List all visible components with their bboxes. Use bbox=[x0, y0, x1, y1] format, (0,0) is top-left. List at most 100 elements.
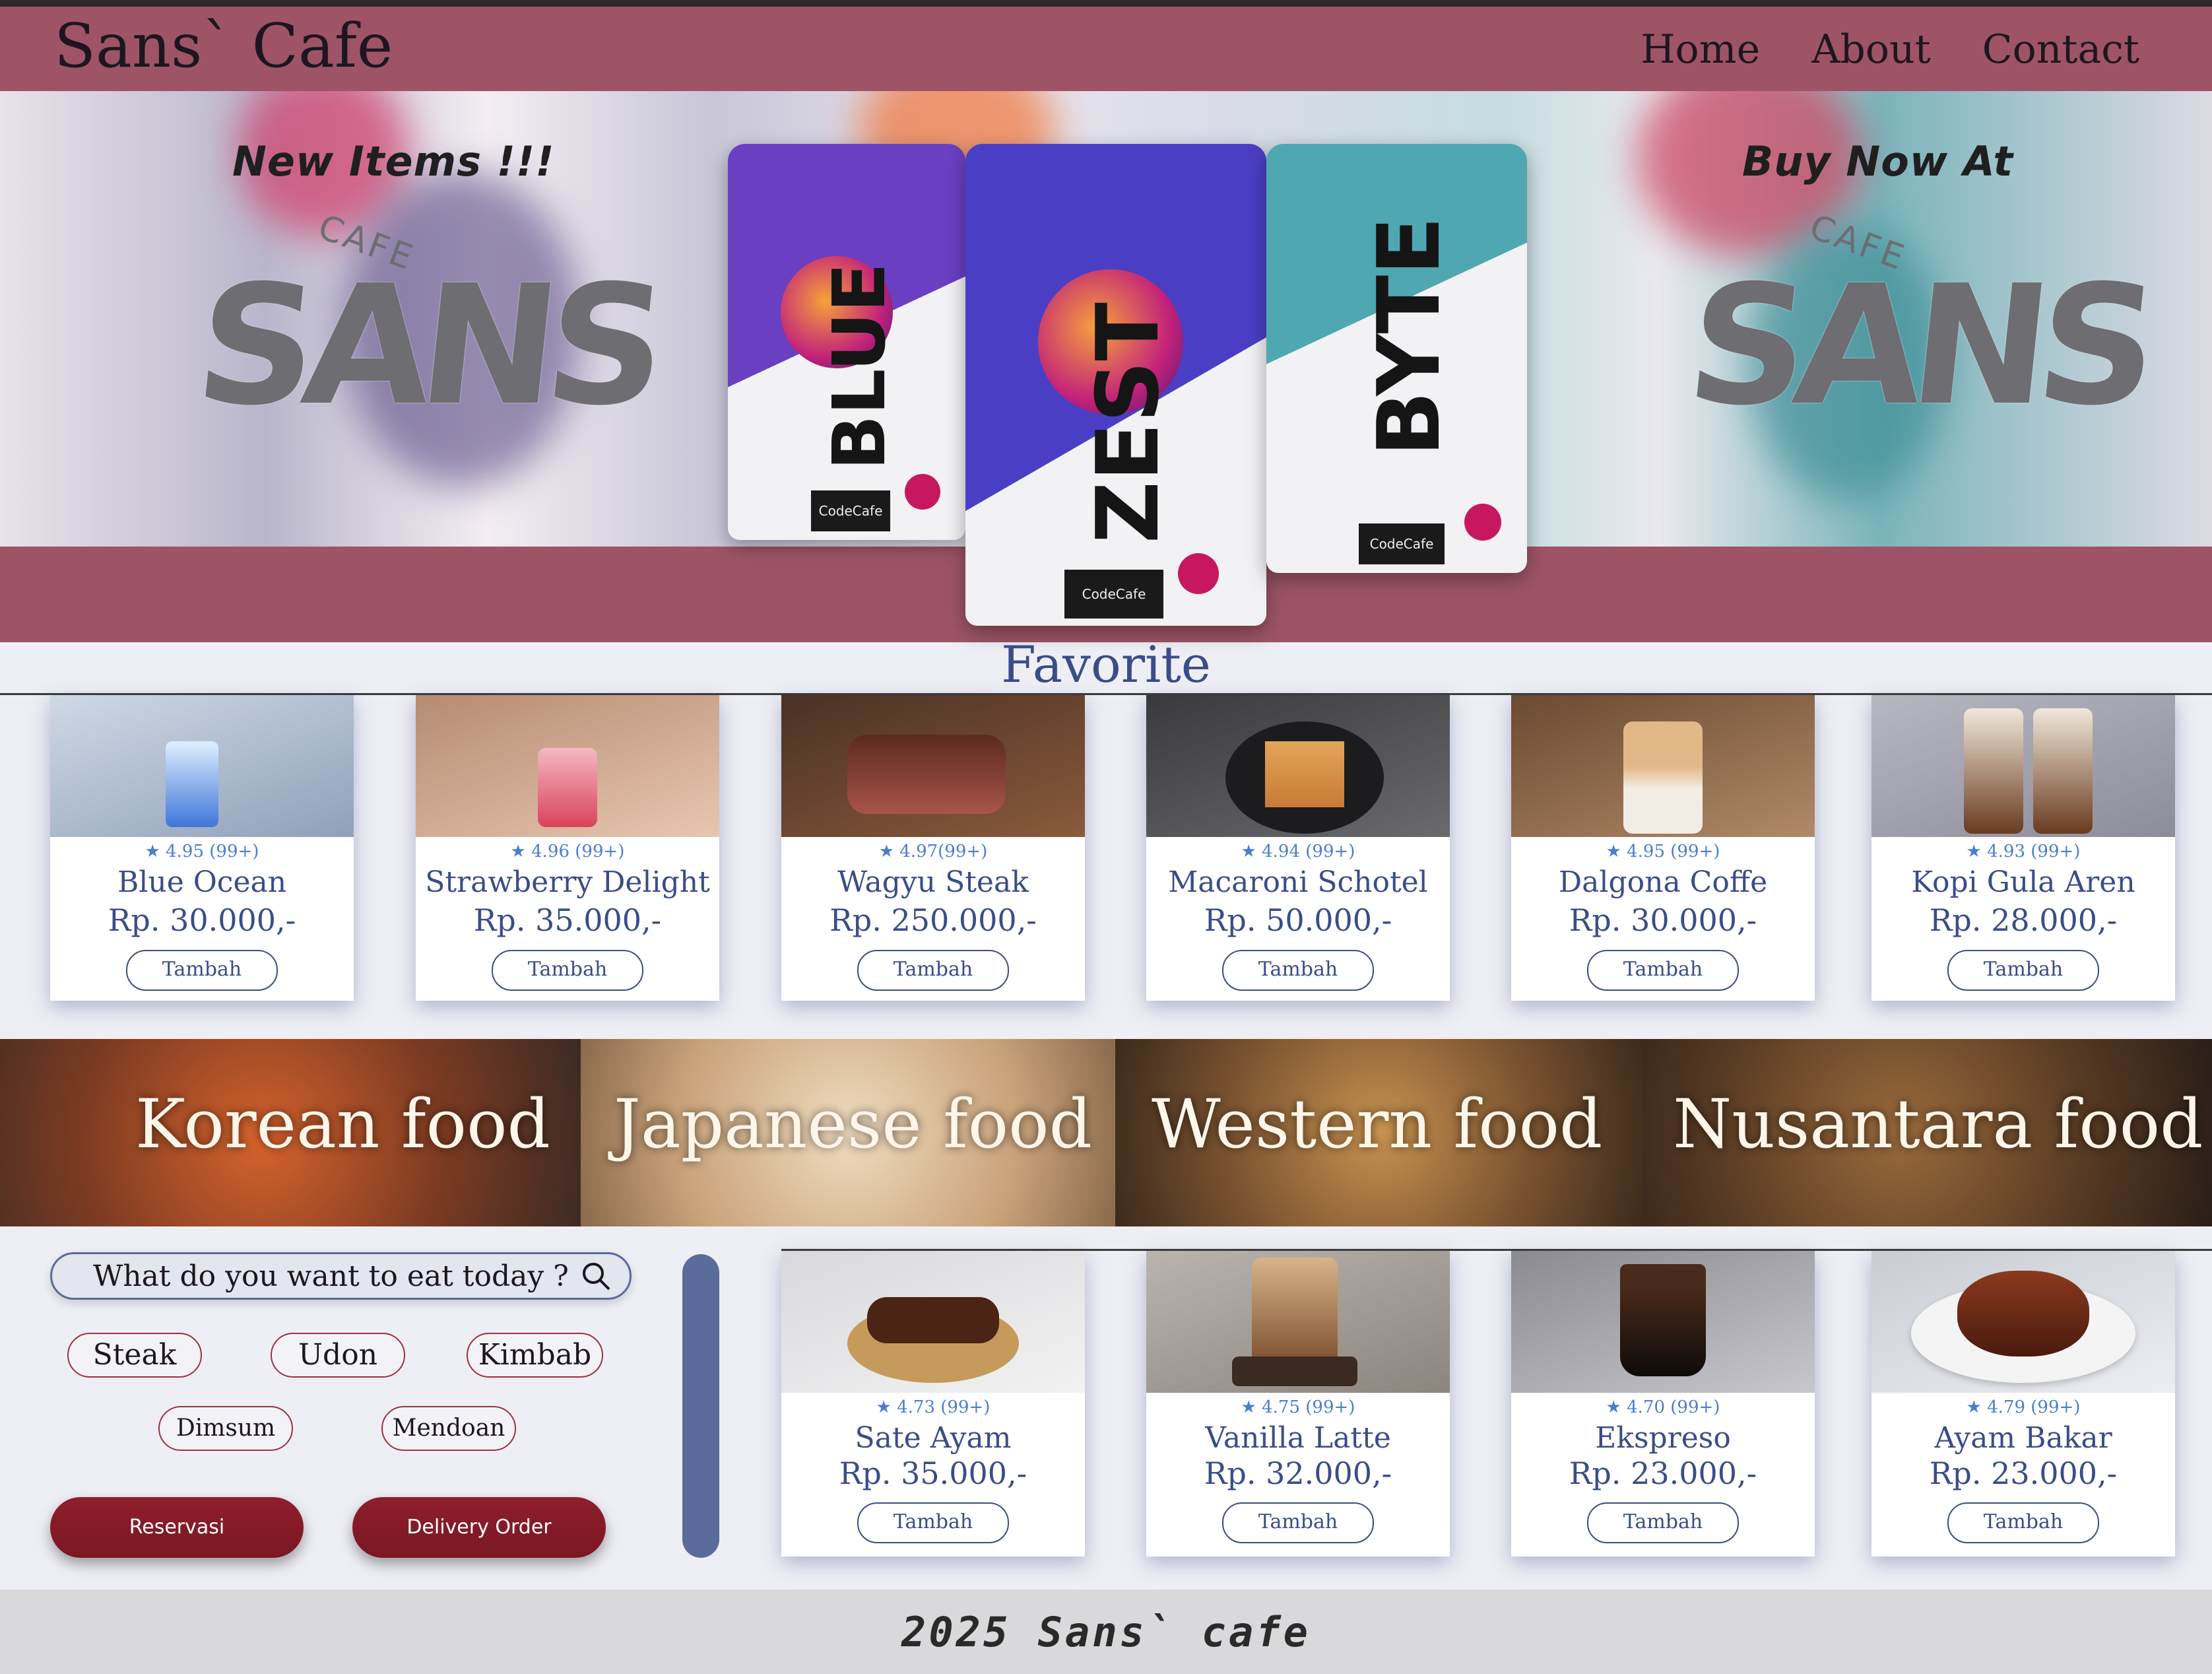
item-name: Kopi Gula Aren bbox=[1911, 865, 2135, 899]
menu-card: ★ 4.79 (99+) Ayam Bakar Rp. 23.000,- Tam… bbox=[1871, 1251, 2175, 1557]
item-rating: ★ 4.95 (99+) bbox=[1606, 842, 1720, 861]
item-name: Dalgona Coffe bbox=[1558, 865, 1768, 899]
bag-word: BYTE bbox=[1359, 217, 1459, 457]
main-nav: Home About Contact bbox=[1641, 26, 2139, 73]
kopi-gula-aren-image bbox=[1871, 695, 2175, 837]
bag-label: CodeCafe bbox=[1064, 570, 1163, 619]
chip-kimbab[interactable]: Kimbab bbox=[467, 1333, 603, 1378]
item-price: Rp. 30.000,- bbox=[1569, 902, 1757, 938]
coffee-bag-blue[interactable]: BLUE CodeCafe bbox=[728, 144, 965, 540]
category-label: Japanese food bbox=[614, 1085, 1092, 1164]
item-name: Strawberry Delight bbox=[425, 865, 710, 899]
tambah-button[interactable]: Tambah bbox=[1222, 950, 1374, 991]
coffee-bag-byte[interactable]: BYTE CodeCafe bbox=[1266, 144, 1527, 573]
search-input[interactable] bbox=[92, 1258, 569, 1294]
menu-card: ★ 4.75 (99+) Vanilla Latte Rp. 32.000,- … bbox=[1146, 1251, 1450, 1557]
site-footer: 2025 Sans` cafe bbox=[0, 1590, 2212, 1674]
tambah-button[interactable]: Tambah bbox=[126, 950, 278, 991]
search-bar bbox=[50, 1252, 632, 1300]
item-price: Rp. 30.000,- bbox=[108, 902, 296, 938]
ekspreso-image bbox=[1511, 1251, 1815, 1393]
item-name: Macaroni Schotel bbox=[1168, 865, 1428, 899]
favorite-card: ★ 4.94 (99+) Macaroni Schotel Rp. 50.000… bbox=[1146, 695, 1450, 1001]
tambah-button[interactable]: Tambah bbox=[1947, 1502, 2099, 1543]
item-name: Sate Ayam bbox=[855, 1421, 1012, 1455]
tambah-button[interactable]: Tambah bbox=[857, 1502, 1009, 1543]
footer-text: 2025 Sans` cafe bbox=[901, 1608, 1311, 1656]
chip-udon[interactable]: Udon bbox=[271, 1333, 405, 1378]
bag-weight-tag bbox=[1464, 504, 1501, 541]
brand-title[interactable]: Sans` Cafe bbox=[54, 11, 393, 81]
item-rating: ★ 4.70 (99+) bbox=[1606, 1397, 1720, 1417]
window-top-border bbox=[0, 0, 2212, 7]
bag-label: CodeCafe bbox=[811, 490, 890, 531]
vertical-scroll-handle[interactable] bbox=[682, 1254, 719, 1558]
item-rating: ★ 4.95 (99+) bbox=[145, 842, 259, 861]
item-price: Rp. 35.000,- bbox=[839, 1456, 1027, 1491]
vanilla-latte-image bbox=[1146, 1251, 1450, 1393]
item-rating: ★ 4.75 (99+) bbox=[1241, 1397, 1355, 1417]
nav-home-link[interactable]: Home bbox=[1641, 26, 1760, 73]
macaroni-schotel-image bbox=[1146, 695, 1450, 837]
item-rating: ★ 4.94 (99+) bbox=[1241, 842, 1355, 861]
blue-ocean-image bbox=[50, 695, 354, 837]
item-rating: ★ 4.93 (99+) bbox=[1966, 842, 2081, 861]
chip-mendoan[interactable]: Mendoan bbox=[381, 1406, 516, 1451]
ayam-bakar-image bbox=[1871, 1251, 2175, 1393]
logo-word: SANS bbox=[1679, 250, 2156, 442]
hero-new-items-text: New Items !!! bbox=[232, 137, 555, 185]
coffee-bag-zest[interactable]: ZEST CodeCafe bbox=[965, 144, 1266, 626]
tambah-button[interactable]: Tambah bbox=[857, 950, 1009, 991]
tambah-button[interactable]: Tambah bbox=[492, 950, 643, 991]
item-price: Rp. 23.000,- bbox=[1929, 1456, 2118, 1491]
sans-cafe-logo-right: CAFE SANS bbox=[1670, 190, 2155, 467]
bag-weight-tag bbox=[905, 474, 940, 510]
favorite-card: ★ 4.93 (99+) Kopi Gula Aren Rp. 28.000,-… bbox=[1871, 695, 2175, 1001]
category-label: Korean food bbox=[135, 1085, 550, 1164]
menu-card: ★ 4.70 (99+) Ekspreso Rp. 23.000,- Tamba… bbox=[1511, 1251, 1815, 1557]
dalgona-coffe-image bbox=[1511, 695, 1815, 837]
item-price: Rp. 23.000,- bbox=[1569, 1456, 1757, 1491]
item-rating: ★ 4.73 (99+) bbox=[876, 1397, 991, 1417]
category-label: Western food bbox=[1152, 1085, 1603, 1164]
category-strip: Korean food Japanese food Western food N… bbox=[0, 1039, 2212, 1226]
logo-word: SANS bbox=[187, 250, 665, 442]
nav-about-link[interactable]: About bbox=[1811, 26, 1931, 73]
favorite-title: Favorite bbox=[1001, 635, 1211, 694]
favorite-card: ★ 4.95 (99+) Blue Ocean Rp. 30.000,- Tam… bbox=[50, 695, 354, 1001]
category-label: Nusantara food bbox=[1673, 1085, 2203, 1164]
tambah-button[interactable]: Tambah bbox=[1587, 950, 1739, 991]
bag-label: CodeCafe bbox=[1359, 523, 1445, 564]
item-name: Ekspreso bbox=[1595, 1421, 1731, 1455]
item-price: Rp. 28.000,- bbox=[1929, 902, 2118, 938]
item-name: Vanilla Latte bbox=[1205, 1421, 1391, 1455]
item-name: Wagyu Steak bbox=[837, 865, 1029, 899]
favorite-card: ★ 4.97(99+) Wagyu Steak Rp. 250.000,- Ta… bbox=[781, 695, 1085, 1001]
category-nusantara[interactable]: Nusantara food bbox=[1643, 1039, 2212, 1226]
item-rating: ★ 4.79 (99+) bbox=[1966, 1397, 2081, 1417]
reservasi-button[interactable]: Reservasi bbox=[50, 1497, 304, 1558]
item-rating: ★ 4.97(99+) bbox=[878, 842, 988, 861]
item-price: Rp. 50.000,- bbox=[1204, 902, 1392, 938]
bag-weight-tag bbox=[1178, 553, 1219, 594]
tambah-button[interactable]: Tambah bbox=[1222, 1502, 1374, 1543]
favorite-card: ★ 4.95 (99+) Dalgona Coffe Rp. 30.000,- … bbox=[1511, 695, 1815, 1001]
sate-ayam-image bbox=[781, 1251, 1085, 1393]
nav-contact-link[interactable]: Contact bbox=[1982, 26, 2139, 73]
chip-dimsum[interactable]: Dimsum bbox=[158, 1406, 293, 1451]
category-western[interactable]: Western food bbox=[1115, 1039, 1643, 1226]
category-japanese[interactable]: Japanese food bbox=[581, 1039, 1115, 1226]
strawberry-delight-image bbox=[416, 695, 719, 837]
delivery-order-button[interactable]: Delivery Order bbox=[352, 1497, 606, 1558]
category-korean[interactable]: Korean food bbox=[0, 1039, 581, 1226]
search-icon[interactable] bbox=[581, 1261, 611, 1291]
site-header: Sans` Cafe Home About Contact bbox=[0, 7, 2212, 91]
menu-card: ★ 4.73 (99+) Sate Ayam Rp. 35.000,- Tamb… bbox=[781, 1251, 1085, 1557]
item-name: Ayam Bakar bbox=[1934, 1421, 2112, 1455]
tambah-button[interactable]: Tambah bbox=[1947, 950, 2099, 991]
chip-steak[interactable]: Steak bbox=[67, 1333, 202, 1378]
wagyu-steak-image bbox=[781, 695, 1085, 837]
tambah-button[interactable]: Tambah bbox=[1587, 1502, 1739, 1543]
favorite-card: ★ 4.96 (99+) Strawberry Delight Rp. 35.0… bbox=[416, 695, 719, 1001]
item-name: Blue Ocean bbox=[117, 865, 287, 899]
